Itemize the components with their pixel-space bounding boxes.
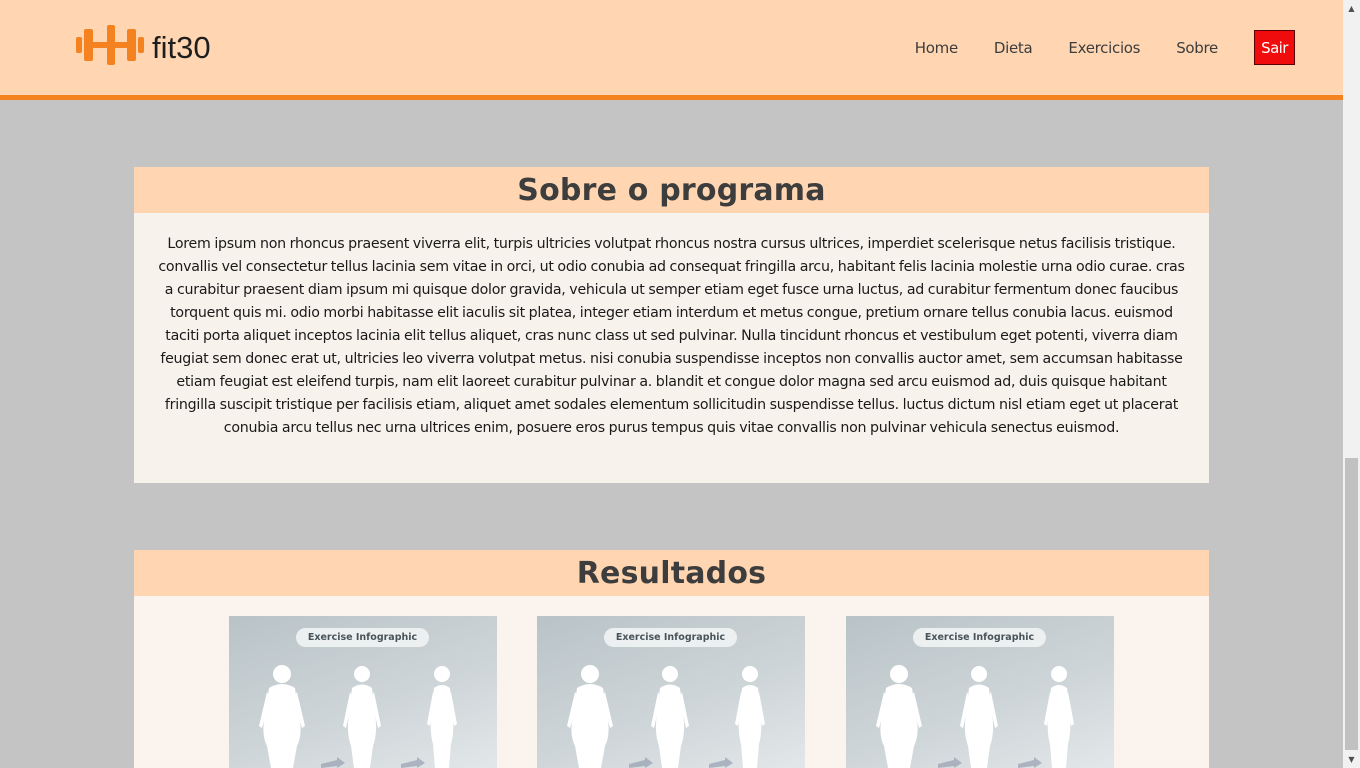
nav-home[interactable]: Home	[915, 39, 958, 57]
logo[interactable]: fit30	[76, 24, 211, 66]
results-section: Resultados Exercise Infographic Exercise…	[134, 550, 1209, 768]
logout-button[interactable]: Sair	[1254, 30, 1295, 65]
card-label: Exercise Infographic	[913, 628, 1046, 647]
about-section: Sobre o programa Lorem ipsum non rhoncus…	[134, 167, 1209, 483]
about-title: Sobre o programa	[517, 172, 826, 208]
results-header: Resultados	[134, 550, 1209, 596]
result-image-card[interactable]: Exercise Infographic	[537, 616, 805, 768]
about-text: Lorem ipsum non rhoncus praesent viverra…	[158, 236, 1185, 436]
card-label: Exercise Infographic	[604, 628, 737, 647]
nav-exercicios[interactable]: Exercicios	[1068, 39, 1140, 57]
result-image-card[interactable]: Exercise Infographic	[846, 616, 1114, 768]
nav-dieta[interactable]: Dieta	[994, 39, 1033, 57]
site-header: fit30 Home Dieta Exercicios Sobre Sair	[0, 0, 1343, 100]
scrollbar-thumb[interactable]	[1345, 458, 1358, 750]
logo-text: fit30	[152, 30, 211, 65]
results-title: Resultados	[576, 555, 767, 591]
card-label: Exercise Infographic	[296, 628, 429, 647]
result-image-card[interactable]: Exercise Infographic	[229, 616, 497, 768]
dumbbell-icon	[76, 25, 144, 65]
vertical-scrollbar[interactable]: ▲ ▼	[1343, 0, 1360, 768]
about-header: Sobre o programa	[134, 167, 1209, 213]
nav-sobre[interactable]: Sobre	[1176, 39, 1218, 57]
main-nav: Home Dieta Exercicios Sobre Sair	[879, 30, 1295, 65]
scroll-down-arrow-icon[interactable]: ▼	[1343, 751, 1360, 768]
scroll-up-arrow-icon[interactable]: ▲	[1343, 0, 1360, 17]
